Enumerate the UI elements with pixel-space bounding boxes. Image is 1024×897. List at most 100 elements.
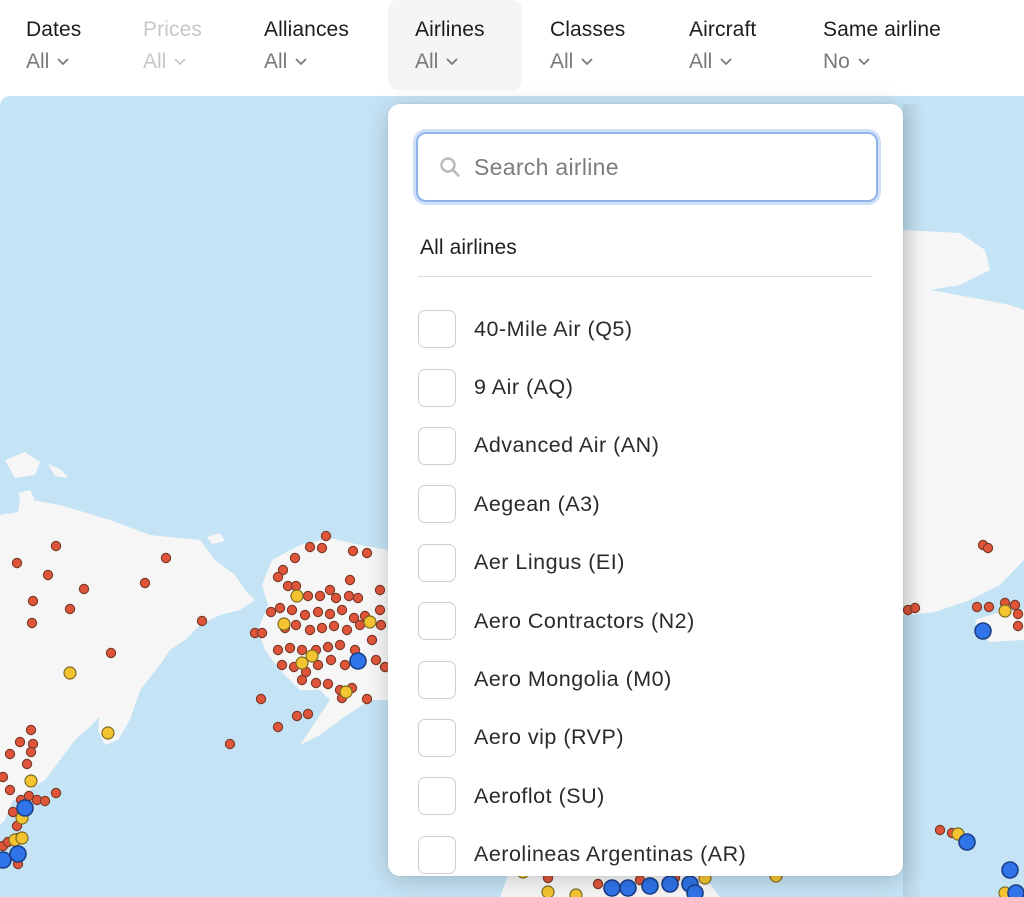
airport-marker-small[interactable] xyxy=(139,577,151,589)
airport-marker-small[interactable] xyxy=(4,784,16,796)
airport-marker-small[interactable] xyxy=(983,601,995,613)
airline-search-input[interactable] xyxy=(474,153,854,181)
airport-marker-large[interactable] xyxy=(974,622,992,640)
airport-marker-small[interactable] xyxy=(354,619,366,631)
airport-marker-small[interactable] xyxy=(334,639,346,651)
airport-marker-small[interactable] xyxy=(224,738,236,750)
airport-marker-small[interactable] xyxy=(255,693,267,705)
airport-marker-small[interactable] xyxy=(310,677,322,689)
airport-marker-large[interactable] xyxy=(686,884,704,897)
airport-marker-small[interactable] xyxy=(286,604,298,616)
airport-marker-small[interactable] xyxy=(78,583,90,595)
airport-marker-small[interactable] xyxy=(592,878,604,890)
airport-marker-small[interactable] xyxy=(375,619,387,631)
airport-marker-small[interactable] xyxy=(322,641,334,653)
filter-same-airline[interactable]: Same airline No xyxy=(823,0,941,90)
airport-marker-small[interactable] xyxy=(374,584,386,596)
airport-marker-small[interactable] xyxy=(50,540,62,552)
airline-checkbox[interactable] xyxy=(418,426,456,465)
filter-alliances[interactable]: Alliances All xyxy=(264,0,349,90)
airport-marker-large[interactable] xyxy=(9,845,27,863)
airport-marker-small[interactable] xyxy=(39,795,51,807)
airport-marker-small[interactable] xyxy=(290,580,302,592)
airport-marker-large[interactable] xyxy=(619,879,637,897)
airport-marker-small[interactable] xyxy=(21,758,33,770)
airport-marker-large[interactable] xyxy=(603,879,621,897)
airport-marker-small[interactable] xyxy=(324,608,336,620)
airport-marker-small[interactable] xyxy=(366,634,378,646)
airport-marker-small[interactable] xyxy=(316,622,328,634)
airport-marker-small[interactable] xyxy=(374,604,386,616)
airport-marker-small[interactable] xyxy=(11,557,23,569)
airport-marker-small[interactable] xyxy=(272,721,284,733)
airport-marker-small[interactable] xyxy=(361,693,373,705)
airline-checkbox[interactable] xyxy=(418,660,456,699)
airport-marker-small[interactable] xyxy=(347,545,359,557)
airport-marker-medium[interactable] xyxy=(101,726,115,740)
airport-marker-small[interactable] xyxy=(42,569,54,581)
airport-marker-small[interactable] xyxy=(304,624,316,636)
airport-marker-medium[interactable] xyxy=(24,774,38,788)
airport-marker-large[interactable] xyxy=(958,833,976,851)
airport-marker-medium[interactable] xyxy=(277,617,291,631)
airline-option[interactable]: Advanced Air (AN) xyxy=(418,417,878,475)
airport-marker-small[interactable] xyxy=(324,584,336,596)
airline-option[interactable]: Aer Lingus (EI) xyxy=(418,534,878,592)
airport-marker-small[interactable] xyxy=(1012,608,1024,620)
airline-option[interactable]: Aero Mongolia (M0) xyxy=(418,650,878,708)
airport-marker-small[interactable] xyxy=(304,541,316,553)
airline-checkbox[interactable] xyxy=(418,718,456,757)
airport-marker-small[interactable] xyxy=(272,571,284,583)
airport-marker-medium[interactable] xyxy=(363,615,377,629)
airport-marker-small[interactable] xyxy=(316,542,328,554)
airport-marker-large[interactable] xyxy=(1001,861,1019,879)
airport-marker-small[interactable] xyxy=(50,787,62,799)
airline-option[interactable]: Aero vip (RVP) xyxy=(418,709,878,767)
airport-marker-small[interactable] xyxy=(25,724,37,736)
airport-marker-small[interactable] xyxy=(909,602,921,614)
airport-marker-medium[interactable] xyxy=(569,888,583,897)
airport-marker-small[interactable] xyxy=(320,530,332,542)
airport-marker-small[interactable] xyxy=(336,604,348,616)
airport-marker-small[interactable] xyxy=(256,627,268,639)
airport-marker-small[interactable] xyxy=(64,603,76,615)
airport-marker-small[interactable] xyxy=(341,624,353,636)
airport-marker-medium[interactable] xyxy=(290,589,304,603)
airport-marker-small[interactable] xyxy=(322,678,334,690)
airport-marker-small[interactable] xyxy=(361,547,373,559)
filter-classes[interactable]: Classes All xyxy=(550,0,625,90)
airport-marker-small[interactable] xyxy=(274,602,286,614)
airline-checkbox[interactable] xyxy=(418,835,456,874)
airport-marker-small[interactable] xyxy=(370,654,382,666)
airline-checkbox[interactable] xyxy=(418,777,456,816)
airport-marker-medium[interactable] xyxy=(15,831,29,845)
airport-marker-small[interactable] xyxy=(328,620,340,632)
airport-marker-small[interactable] xyxy=(312,606,324,618)
filter-aircraft[interactable]: Aircraft All xyxy=(689,0,756,90)
airport-marker-small[interactable] xyxy=(26,617,38,629)
airport-marker-small[interactable] xyxy=(302,708,314,720)
airport-marker-medium[interactable] xyxy=(998,604,1012,618)
airport-marker-small[interactable] xyxy=(1012,620,1024,632)
airport-marker-small[interactable] xyxy=(291,710,303,722)
airport-marker-small[interactable] xyxy=(352,592,364,604)
airline-checkbox[interactable] xyxy=(418,310,456,349)
airport-marker-small[interactable] xyxy=(289,552,301,564)
airport-marker-small[interactable] xyxy=(0,771,9,783)
airport-marker-small[interactable] xyxy=(344,574,356,586)
airport-marker-small[interactable] xyxy=(196,615,208,627)
airport-marker-medium[interactable] xyxy=(63,666,77,680)
filter-dates[interactable]: Dates All xyxy=(26,0,81,90)
airport-marker-small[interactable] xyxy=(330,592,342,604)
airport-marker-small[interactable] xyxy=(265,606,277,618)
airport-marker-small[interactable] xyxy=(296,674,308,686)
airline-search-box[interactable] xyxy=(416,132,878,202)
airline-checkbox[interactable] xyxy=(418,543,456,582)
airline-option[interactable]: Aegean (A3) xyxy=(418,475,878,533)
airport-marker-small[interactable] xyxy=(1009,599,1021,611)
airport-marker-large[interactable] xyxy=(1007,884,1024,897)
airline-option[interactable]: 9 Air (AQ) xyxy=(418,358,878,416)
airline-checkbox[interactable] xyxy=(418,602,456,641)
airport-marker-small[interactable] xyxy=(105,647,117,659)
airport-marker-small[interactable] xyxy=(339,659,351,671)
